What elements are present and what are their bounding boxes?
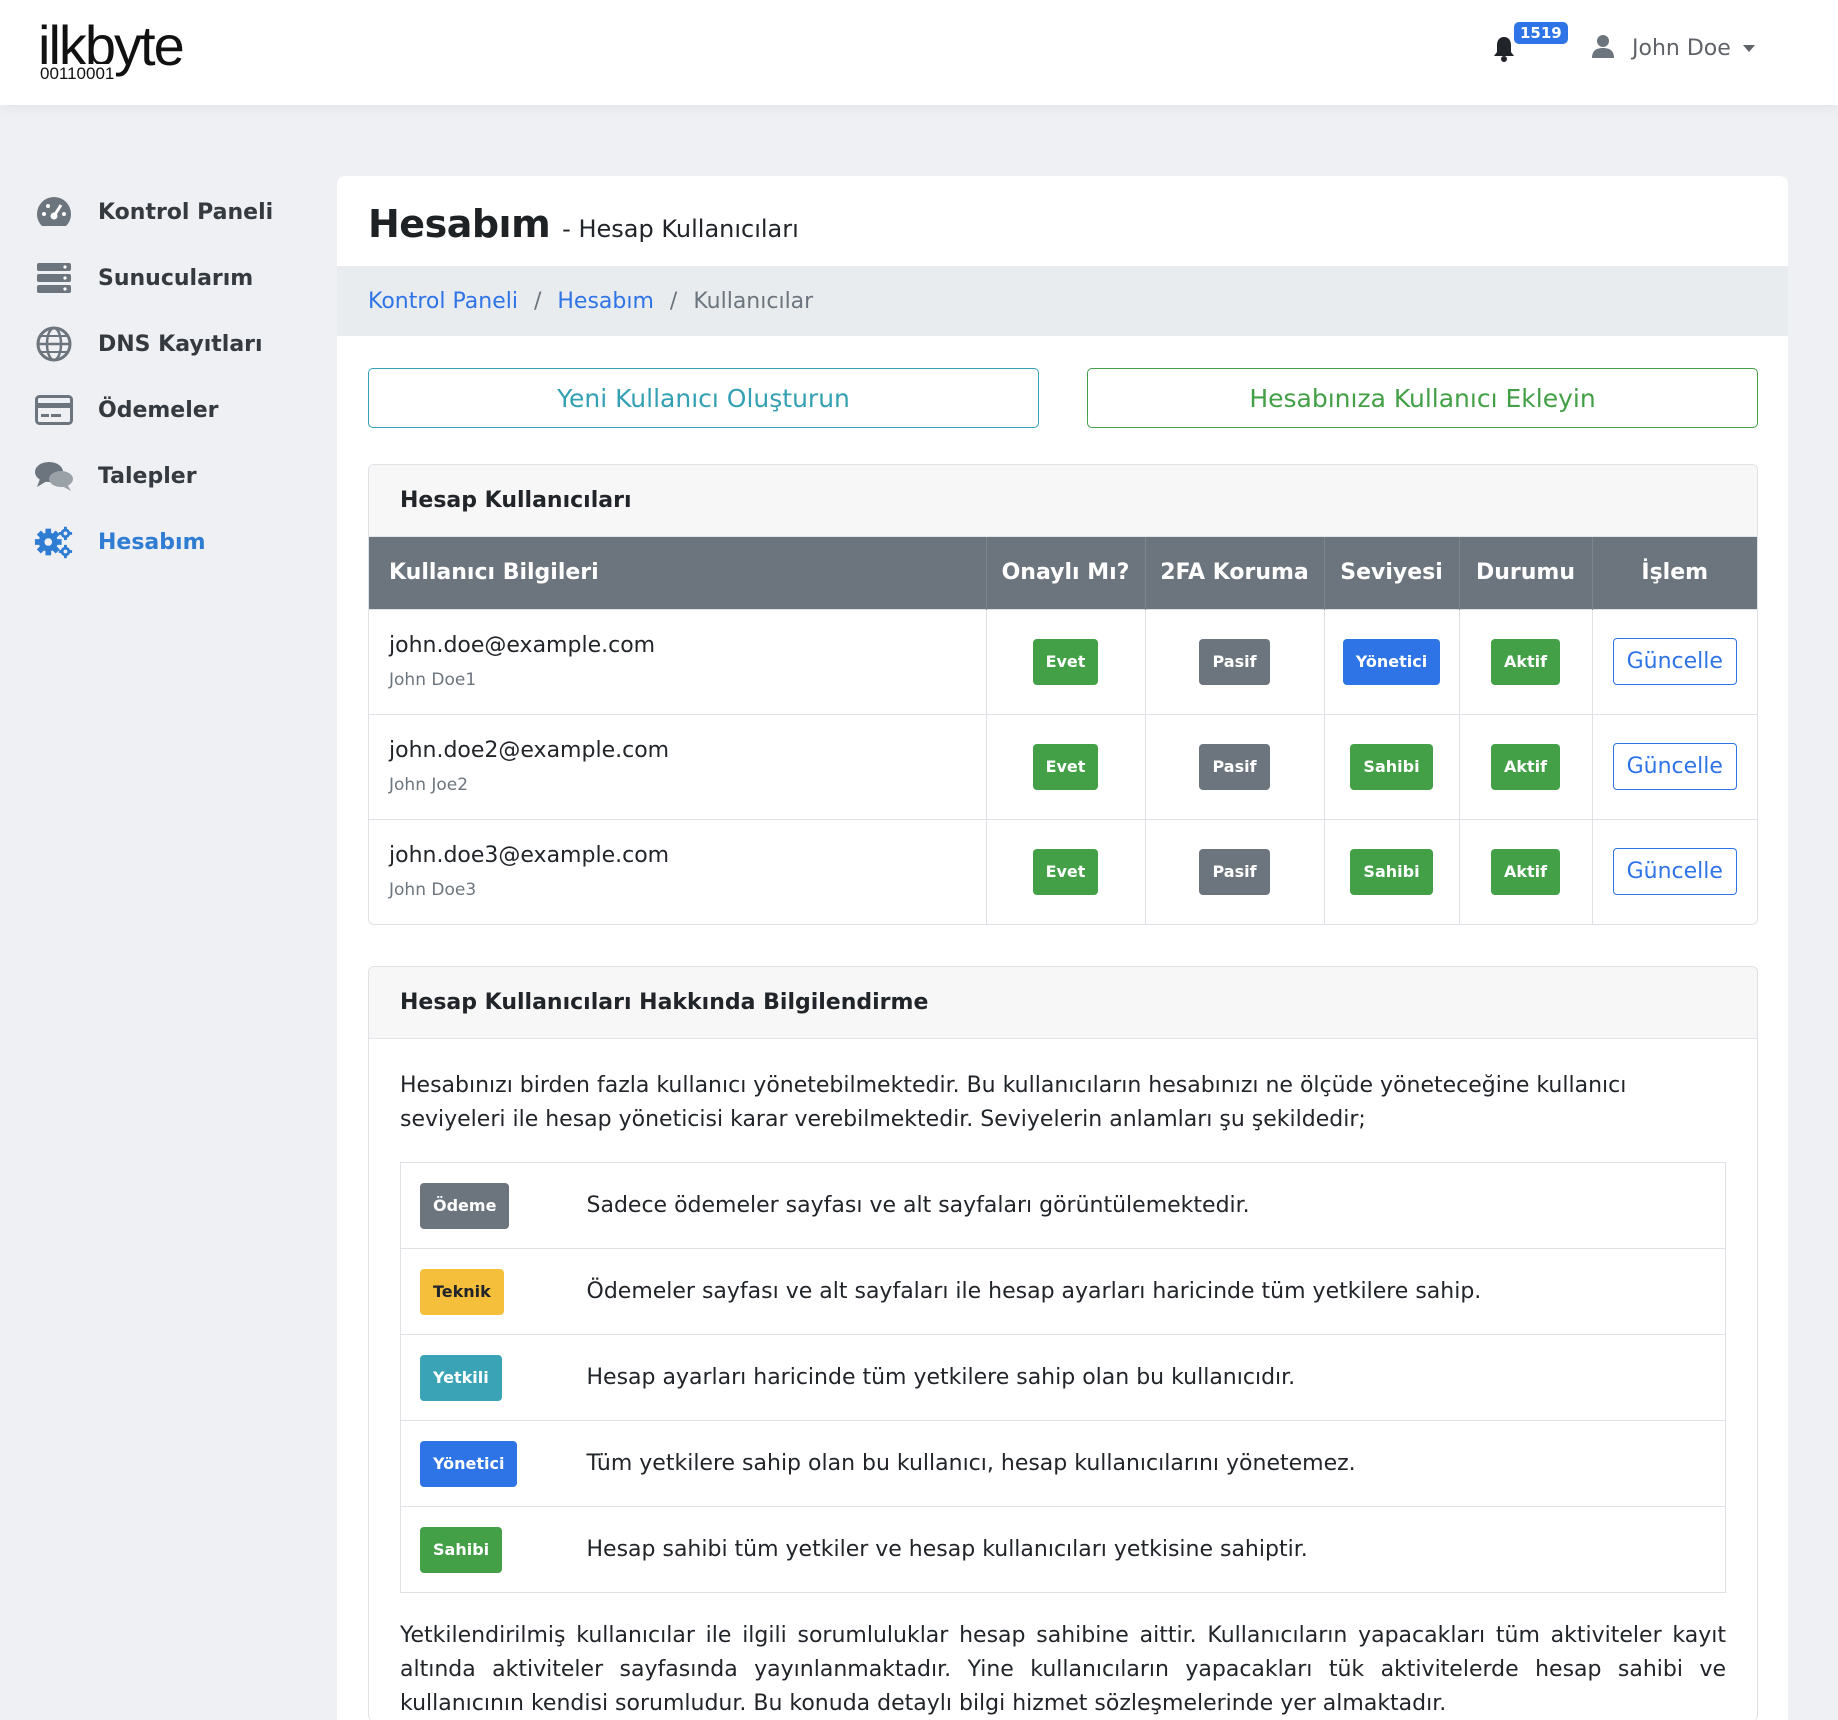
status-badge: Aktif [1490,848,1561,895]
top-navbar: ilkbyte 00110001 1519 John Doe [0,0,1838,105]
user-menu[interactable]: John Doe [1590,30,1755,66]
page-title: Hesabım [368,202,551,246]
breadcrumb-link-kontrol-paneli[interactable]: Kontrol Paneli [368,289,518,314]
info-panel: Hesap Kullanıcıları Hakkında Bilgilendir… [368,966,1758,1720]
user-email: john.doe2@example.com [389,738,670,763]
sidebar-item-hesabim[interactable]: Hesabım [34,520,304,564]
info-intro: Hesabınızı birden fazla kullanıcı yönete… [400,1073,1627,1132]
approved-badge: Evet [1032,743,1099,790]
level-description: Hesap sahibi tüm yetkiler ve hesap kulla… [586,1506,1726,1593]
sidebar: Kontrol Paneli Sunucularım DNS Kayıtları… [34,190,304,586]
sidebar-item-label: Sunucularım [98,265,254,291]
level-description: Sadece ödemeler sayfası ve alt sayfaları… [586,1162,1726,1249]
table-row: john.doe2@example.com John Joe2 Evet Pas… [369,713,1757,819]
level-description: Tüm yetkilere sahip olan bu kullanıcı, h… [586,1420,1726,1507]
user-icon [1590,33,1616,63]
column-header: İşlem [1592,537,1757,609]
notification-badge[interactable]: 1519 [1514,22,1568,44]
column-header: Durumu [1459,537,1593,609]
sidebar-item-talepler[interactable]: Talepler [34,454,304,498]
sidebar-item-label: DNS Kayıtları [98,331,263,357]
breadcrumb-current: Kullanıcılar [693,288,814,314]
approved-badge: Evet [1032,848,1099,895]
sidebar-item-label: Ödemeler [98,397,219,423]
globe-icon [34,326,74,362]
status-badge: Aktif [1490,743,1561,790]
column-header: Onaylı Mı? [986,537,1146,609]
sidebar-item-dns-kayitlari[interactable]: DNS Kayıtları [34,322,304,366]
user-info-cell: john.doe2@example.com John Joe2 [369,713,987,819]
server-icon [34,260,74,296]
level-badge-teknik: Teknik [420,1268,504,1315]
sidebar-item-label: Talepler [98,463,197,489]
level-badge-odeme: Ödeme [420,1182,510,1229]
levels-table: Ödeme Sadece ödemeler sayfası ve alt say… [400,1162,1726,1593]
sidebar-item-label: Kontrol Paneli [98,199,274,225]
level-row: Ödeme Sadece ödemeler sayfası ve alt say… [400,1162,1726,1249]
logo-subtext: 00110001 [40,64,117,84]
user-email: john.doe@example.com [389,633,656,658]
sidebar-item-label: Hesabım [98,529,206,555]
level-row: Teknik Ödemeler sayfası ve alt sayfaları… [400,1248,1726,1335]
approved-badge: Evet [1032,638,1099,685]
table-row: john.doe@example.com John Doe1 Evet Pasi… [369,608,1757,714]
level-badge: Sahibi [1350,848,1433,895]
info-panel-title: Hesap Kullanıcıları Hakkında Bilgilendir… [369,967,1757,1039]
update-button[interactable]: Güncelle [1612,743,1737,790]
user-info-cell: john.doe@example.com John Doe1 [369,608,987,714]
level-description: Hesap ayarları haricinde tüm yetkilere s… [586,1334,1726,1421]
update-button[interactable]: Güncelle [1612,848,1737,896]
sidebar-item-odemeler[interactable]: Ödemeler [34,388,304,432]
user-info-cell: john.doe3@example.com John Doe3 [369,818,987,924]
level-badge-yetkili: Yetkili [420,1354,502,1401]
column-header: Kullanıcı Bilgileri [369,537,987,609]
add-user-button[interactable]: Hesabınıza Kullanıcı Ekleyin [1087,368,1758,428]
user-email: john.doe3@example.com [389,843,670,869]
level-description: Ödemeler sayfası ve alt sayfaları ile he… [586,1248,1726,1335]
dashboard-icon [34,194,74,230]
twofa-badge: Pasif [1199,848,1270,895]
info-panel-body: Hesabınızı birden fazla kullanıcı yönete… [369,1039,1757,1720]
sidebar-item-kontrol-paneli[interactable]: Kontrol Paneli [34,190,304,234]
sidebar-item-sunucularim[interactable]: Sunucularım [34,256,304,300]
level-badge: Sahibi [1350,743,1433,790]
breadcrumb-separator: / [533,288,542,314]
logo[interactable]: ilkbyte 00110001 [38,14,185,84]
level-badge-yonetici: Yönetici [420,1440,518,1487]
user-fullname: John Doe3 [389,880,477,901]
column-header: 2FA Koruma [1145,537,1325,609]
action-buttons: Yeni Kullanıcı Oluşturun Hesabınıza Kull… [368,368,1758,428]
level-row: Yönetici Tüm yetkilere sahip olan bu kul… [400,1420,1726,1507]
column-header: Seviyesi [1324,537,1460,609]
level-badge-sahibi: Sahibi [420,1526,503,1573]
level-badge: Yönetici [1342,638,1441,685]
users-panel-title: Hesap Kullanıcıları [369,465,1757,537]
twofa-badge: Pasif [1199,638,1270,685]
users-panel: Hesap Kullanıcıları Kullanıcı Bilgileri … [368,464,1758,925]
breadcrumb-separator: / [669,288,678,314]
table-row: john.doe3@example.com John Doe3 Evet Pas… [369,818,1757,924]
comments-icon [34,458,74,494]
main-card: Hesabım - Hesap Kullanıcıları Kontrol Pa… [337,176,1788,1720]
breadcrumb-link-hesabim[interactable]: Hesabım [557,289,654,314]
user-name: John Doe [1632,35,1731,61]
user-fullname: John Joe2 [389,775,469,795]
gears-icon [34,524,74,560]
twofa-badge: Pasif [1199,743,1270,790]
chevron-down-icon [1742,44,1755,52]
page-header: Hesabım - Hesap Kullanıcıları [337,176,1788,266]
create-user-button[interactable]: Yeni Kullanıcı Oluşturun [368,368,1039,428]
info-footer: Yetkilendirilmiş kullanıcılar ile ilgili… [400,1623,1726,1716]
user-fullname: John Doe1 [389,670,477,690]
level-row: Yetkili Hesap ayarları haricinde tüm yet… [400,1334,1726,1421]
breadcrumb: Kontrol Paneli / Hesabım / Kullanıcılar [337,266,1788,336]
credit-card-icon [34,392,74,428]
users-table: Kullanıcı Bilgileri Onaylı Mı? 2FA Korum… [369,537,1757,924]
update-button[interactable]: Güncelle [1612,638,1737,685]
level-row: Sahibi Hesap sahibi tüm yetkiler ve hesa… [400,1506,1726,1593]
page-subtitle: - Hesap Kullanıcıları [562,215,799,243]
status-badge: Aktif [1490,638,1561,685]
